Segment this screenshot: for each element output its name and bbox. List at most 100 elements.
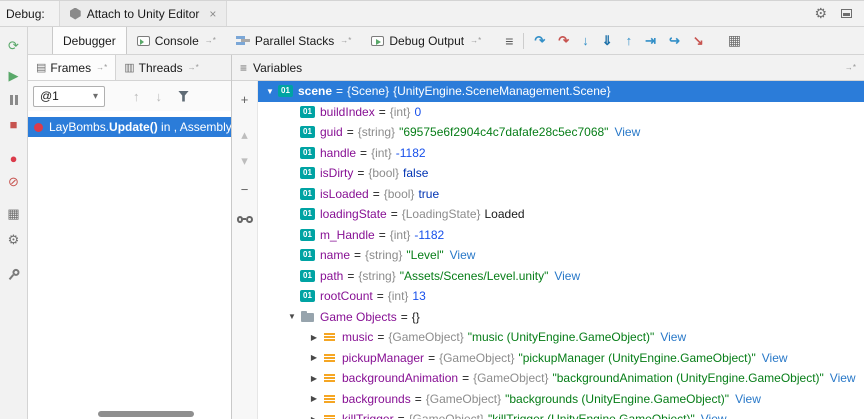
gear-icon[interactable]: ⚙	[814, 5, 827, 22]
smart-step-into-icon[interactable]: ↪	[669, 33, 680, 49]
field-icon: 01	[300, 290, 315, 302]
variable-row[interactable]: ▶killTrigger={GameObject}"killTrigger (U…	[258, 409, 864, 419]
run-to-cursor-icon[interactable]: ⇥	[645, 33, 656, 49]
restore-layout-icon[interactable]: ▦	[5, 205, 23, 223]
variable-row[interactable]: ▼Game Objects={}	[258, 307, 864, 328]
chevron-right-icon[interactable]: ▶	[306, 394, 322, 403]
chevron-down-icon[interactable]: ▼	[284, 312, 300, 321]
previous-frame-icon[interactable]: ↑	[133, 89, 140, 104]
menu-icon[interactable]: ≡	[505, 33, 513, 49]
add-watch-icon[interactable]: +	[237, 91, 253, 107]
session-tab[interactable]: Attach to Unity Editor ×	[59, 1, 228, 26]
variable-name: music	[342, 330, 373, 344]
tab-debug-output[interactable]: Debug Output →*	[361, 27, 491, 54]
view-link[interactable]: View	[614, 125, 640, 139]
variables-menu-icon[interactable]: ≡	[240, 61, 247, 75]
equals-sign: =	[347, 125, 354, 139]
view-breakpoints-icon[interactable]: ●	[5, 149, 23, 167]
move-watch-up-icon[interactable]: ▴	[237, 127, 253, 143]
hide-icon[interactable]	[841, 9, 852, 18]
variable-type: {bool}	[384, 187, 415, 201]
variable-row[interactable]: 01m_Handle={int}-1182	[258, 225, 864, 246]
frame-row[interactable]: LayBombs.Update() in , Assembly-C	[28, 117, 231, 137]
remove-watch-icon[interactable]: −	[237, 181, 253, 197]
equals-sign: =	[336, 84, 343, 98]
variable-value: "music (UnityEngine.GameObject)"	[468, 330, 655, 344]
gameobject-icon	[322, 331, 337, 343]
variable-name: pickupManager	[342, 351, 424, 365]
tab-frames[interactable]: ▤ Frames →*	[28, 55, 116, 80]
variable-type: {LoadingState}	[402, 207, 481, 221]
pause-icon[interactable]	[5, 91, 23, 109]
mute-breakpoints-icon[interactable]: ⊘	[5, 173, 23, 191]
variable-name: guid	[320, 125, 343, 139]
thread-selector[interactable]: @1 ▾	[33, 86, 105, 107]
resume-icon[interactable]: ▶	[5, 67, 23, 85]
variable-name: isDirty	[320, 166, 353, 180]
view-link[interactable]: View	[830, 371, 856, 385]
variable-row[interactable]: ▶pickupManager={GameObject}"pickupManage…	[258, 348, 864, 369]
variable-row[interactable]: 01isDirty={bool}false	[258, 163, 864, 184]
variable-row[interactable]: 01rootCount={int}13	[258, 286, 864, 307]
chevron-down-icon[interactable]: ▼	[262, 87, 278, 96]
variable-row[interactable]: 01handle={int}-1182	[258, 143, 864, 164]
close-icon[interactable]: ×	[209, 7, 216, 21]
variable-row[interactable]: ▶music={GameObject}"music (UnityEngine.G…	[258, 327, 864, 348]
step-into-icon[interactable]: ↓	[582, 33, 589, 48]
tab-console[interactable]: Console →*	[127, 27, 226, 54]
force-step-into-icon[interactable]: ⇓	[602, 33, 613, 49]
variable-row[interactable]: 01guid={string}"69575e6f2904c4c7dafafe28…	[258, 122, 864, 143]
tab-pin-icon: →*	[470, 36, 481, 45]
variable-row[interactable]: ▶backgrounds={GameObject}"backgrounds (U…	[258, 389, 864, 410]
field-icon: 01	[300, 126, 315, 138]
variable-row[interactable]: 01loadingState={LoadingState}Loaded	[258, 204, 864, 225]
variable-type: {bool}	[368, 166, 399, 180]
horizontal-scrollbar-thumb[interactable]	[98, 411, 194, 417]
variable-row[interactable]: ▼01scene={Scene}{UnityEngine.SceneManage…	[258, 81, 864, 102]
view-link[interactable]: View	[701, 412, 727, 419]
equals-sign: =	[379, 228, 386, 242]
view-link[interactable]: View	[660, 330, 686, 344]
evaluate-expression-icon[interactable]: ↘	[693, 33, 704, 49]
view-link[interactable]: View	[554, 269, 580, 283]
view-link[interactable]: View	[762, 351, 788, 365]
variable-type: {GameObject}	[409, 412, 484, 419]
equals-sign: =	[347, 269, 354, 283]
variable-row[interactable]: 01buildIndex={int}0	[258, 102, 864, 123]
variable-name: path	[320, 269, 343, 283]
chevron-down-icon: ▾	[93, 91, 98, 102]
variable-row[interactable]: 01path={string}"Assets/Scenes/Level.unit…	[258, 266, 864, 287]
step-over-icon[interactable]: ↷	[534, 33, 545, 49]
view-link[interactable]: View	[735, 392, 761, 406]
settings-icon[interactable]: ⚙	[5, 231, 23, 249]
next-frame-icon[interactable]: ↓	[156, 89, 163, 104]
filter-icon[interactable]	[178, 91, 189, 102]
chevron-right-icon[interactable]: ▶	[306, 374, 322, 383]
tab-threads[interactable]: ▥ Threads →*	[116, 55, 207, 80]
variable-row[interactable]: ▶backgroundAnimation={GameObject}"backgr…	[258, 368, 864, 389]
tab-parallel-stacks[interactable]: Parallel Stacks →*	[226, 27, 362, 54]
pin-icon[interactable]	[1, 261, 26, 286]
stop-icon[interactable]: ■	[5, 115, 23, 133]
show-watches-icon[interactable]	[237, 211, 253, 227]
variable-row[interactable]: 01name={string}"Level"View	[258, 245, 864, 266]
rerun-icon[interactable]: ⟳	[5, 37, 23, 55]
move-watch-down-icon[interactable]: ▾	[237, 153, 253, 169]
step-out-icon[interactable]: ↑	[626, 33, 633, 48]
tab-debugger[interactable]: Debugger	[52, 27, 127, 54]
variable-name: m_Handle	[320, 228, 375, 242]
frames-icon: ▤	[36, 61, 46, 74]
force-step-over-icon[interactable]: ↷	[558, 33, 569, 49]
variable-value: "backgroundAnimation (UnityEngine.GameOb…	[552, 371, 823, 385]
variable-type: {Scene}	[347, 84, 389, 98]
variable-value: "pickupManager (UnityEngine.GameObject)"	[518, 351, 755, 365]
tool-window-title: Debug:	[6, 7, 45, 21]
variable-value: false	[403, 166, 428, 180]
chevron-right-icon[interactable]: ▶	[306, 353, 322, 362]
view-link[interactable]: View	[450, 248, 476, 262]
chevron-right-icon[interactable]: ▶	[306, 415, 322, 419]
chevron-right-icon[interactable]: ▶	[306, 333, 322, 342]
variable-name: isLoaded	[320, 187, 369, 201]
layout-grid-icon[interactable]: ▦	[728, 32, 741, 49]
variable-row[interactable]: 01isLoaded={bool}true	[258, 184, 864, 205]
